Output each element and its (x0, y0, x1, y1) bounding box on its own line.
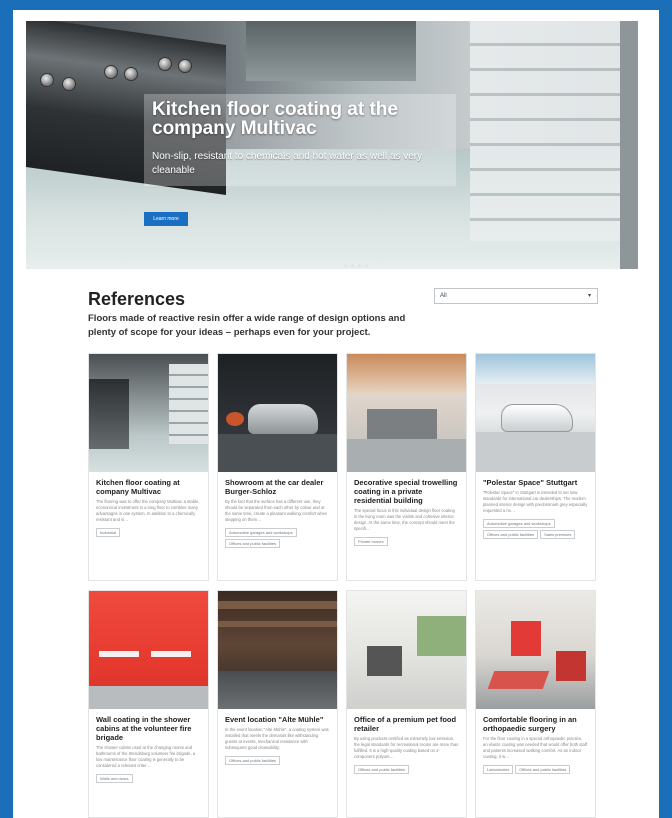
reference-image (218, 591, 337, 709)
tag[interactable]: Offices and public facilities (483, 530, 539, 539)
card-text: By using products certified as extremely… (354, 736, 459, 759)
card-title: Wall coating in the shower cabins at the… (96, 715, 192, 742)
tag[interactable]: Laboratories (483, 765, 514, 774)
card-title: Event location "Alte Mühle" (225, 715, 324, 724)
card-tags: Offices and public facilities (218, 751, 337, 765)
tag[interactable]: Offices and public facilities (515, 765, 571, 774)
card-text: In the event location "Alte Mühle", a co… (225, 727, 329, 750)
learn-more-button[interactable]: Learn more (144, 212, 188, 226)
reference-card[interactable]: Decorative special trowelling coating in… (346, 353, 467, 581)
slide-dot[interactable] (351, 264, 354, 267)
reference-image (476, 591, 595, 709)
reference-image (476, 354, 595, 472)
reference-card[interactable]: Office of a premium pet food retailer By… (346, 590, 467, 818)
card-text: By the fact that the surface has a diffe… (225, 499, 328, 522)
tag[interactable]: Walls and doors (96, 774, 133, 783)
tag[interactable]: Sales premises (540, 530, 576, 539)
tag[interactable]: Automotive garages and workshops (483, 519, 555, 528)
category-filter-select[interactable]: All ▾ (434, 288, 598, 304)
hero-title: Kitchen floor coating at the company Mul… (152, 99, 398, 139)
card-text: The special focus in this individual des… (354, 508, 455, 531)
reference-image (218, 354, 337, 472)
reference-image (89, 591, 208, 709)
reference-image (347, 591, 466, 709)
card-title: Showroom at the car dealer Burger-Schloz (225, 478, 324, 496)
chevron-down-icon: ▾ (587, 293, 591, 299)
card-title: Comfortable flooring in an orthopaedic s… (483, 715, 577, 733)
reference-image (347, 354, 466, 472)
reference-card[interactable]: Kitchen floor coating at company Multiva… (88, 353, 209, 581)
reference-card[interactable]: "Polestar Space" Stuttgart "Polestar Spa… (475, 353, 596, 581)
card-text: The shower cabins used at the changing r… (96, 745, 196, 768)
slide-dot[interactable] (365, 264, 368, 267)
reference-card[interactable]: Comfortable flooring in an orthopaedic s… (475, 590, 596, 818)
reference-card[interactable]: Showroom at the car dealer Burger-Schloz… (217, 353, 338, 581)
slide-dot[interactable] (358, 264, 361, 267)
reference-image (89, 354, 208, 472)
reference-card[interactable]: Wall coating in the shower cabins at the… (88, 590, 209, 818)
tag[interactable]: Automotive garages and workshops (225, 528, 297, 537)
card-title: "Polestar Space" Stuttgart (483, 478, 578, 487)
card-tags: Private homes (347, 532, 466, 546)
section-intro: Floors made of reactive resin offer a wi… (88, 313, 406, 338)
tag[interactable]: Offices and public facilities (354, 765, 410, 774)
card-text: The flooring was to offer the company Mu… (96, 499, 200, 522)
filter-value: All (440, 293, 447, 299)
card-tags: Offices and public facilities (347, 760, 466, 774)
tag[interactable]: Industrial (96, 528, 121, 537)
page: Kitchen floor coating at the company Mul… (13, 10, 659, 818)
hero-caption: Kitchen floor coating at the company Mul… (144, 94, 456, 186)
slider-dots (344, 264, 368, 267)
card-text: For the floor coating in a special ortho… (483, 736, 588, 759)
hero-subtitle: Non-slip, resistant to chemicals and hot… (152, 151, 423, 176)
card-tags: Walls and doors (89, 769, 208, 783)
card-tags: Laboratories Offices and public faciliti… (476, 760, 595, 774)
tag[interactable]: Offices and public facilities (225, 539, 281, 548)
reference-grid: Kitchen floor coating at company Multiva… (88, 353, 596, 818)
card-tags: Automotive garages and workshops Offices… (218, 523, 337, 548)
card-title: Kitchen floor coating at company Multiva… (96, 478, 180, 496)
card-tags: Automotive garages and workshops Offices… (476, 514, 595, 539)
section-title: References (88, 289, 186, 309)
hero-slider[interactable]: Kitchen floor coating at the company Mul… (26, 21, 638, 269)
card-title: Decorative special trowelling coating in… (354, 478, 458, 505)
card-tags: Industrial (89, 523, 208, 537)
tag[interactable]: Offices and public facilities (225, 756, 281, 765)
slide-dot[interactable] (344, 264, 347, 267)
reference-card[interactable]: Event location "Alte Mühle" In the event… (217, 590, 338, 818)
card-text: "Polestar Space" in Stuttgart is intende… (483, 490, 588, 513)
card-title: Office of a premium pet food retailer (354, 715, 457, 733)
tag[interactable]: Private homes (354, 537, 388, 546)
